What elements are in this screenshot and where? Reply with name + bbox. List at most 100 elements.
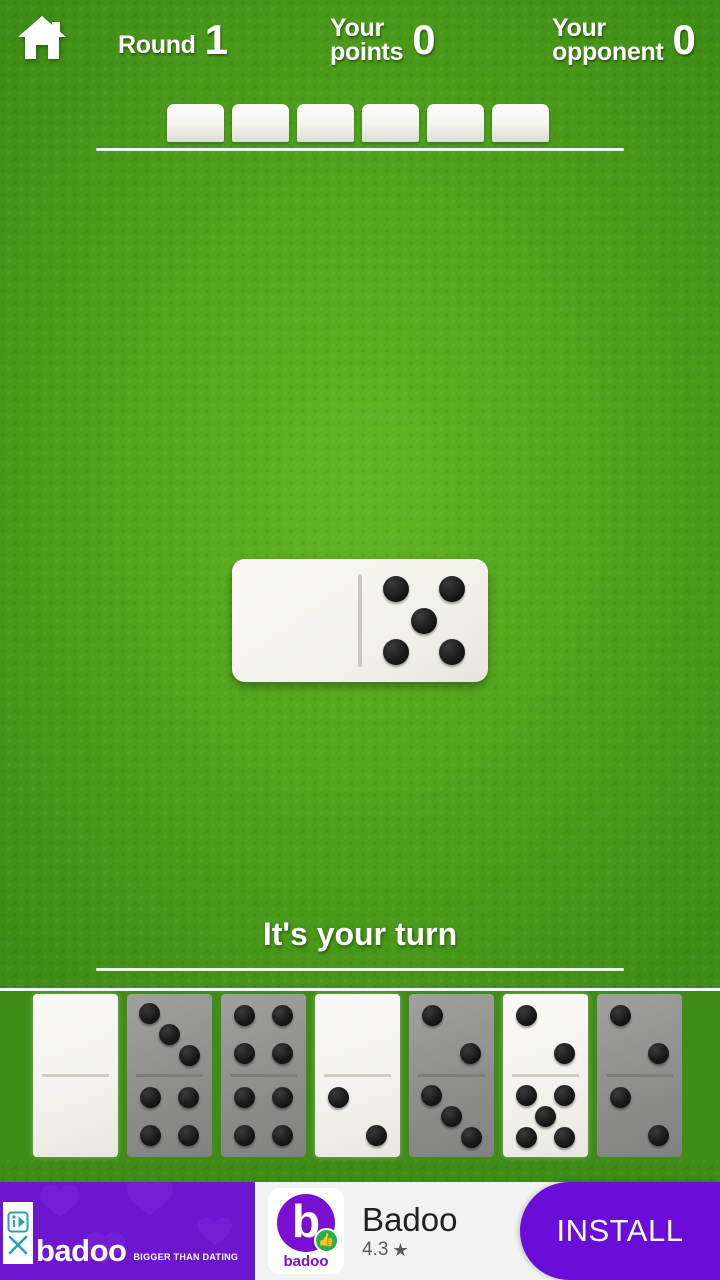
hand-tile-top-half	[597, 994, 682, 1075]
pip	[138, 1002, 160, 1024]
opponent-tile-row	[167, 104, 549, 142]
hand-tile-bottom-half	[221, 1076, 306, 1157]
pip	[382, 575, 409, 602]
hand-tile-top-half	[221, 994, 306, 1075]
pip	[177, 1087, 199, 1109]
thumbs-up-icon: 👍	[314, 1227, 339, 1253]
stat-opponent-points: Your opponent 0	[552, 16, 696, 66]
ad-app-icon-circle: b 👍	[277, 1193, 339, 1253]
ad-brand-tagline: BIGGER THAN DATING	[133, 1252, 239, 1262]
ad-app-icon-label: badoo	[283, 1252, 329, 1270]
adchoices-button[interactable]	[3, 1202, 33, 1264]
opponent-tile-facedown	[232, 104, 289, 142]
ad-app-icon: b 👍 badoo	[268, 1188, 344, 1274]
pip	[516, 1127, 538, 1149]
pip	[439, 575, 466, 602]
stat-your-points-value: 0	[412, 16, 435, 63]
pip	[140, 1124, 162, 1146]
stat-points-line2: points	[330, 38, 404, 66]
pip	[271, 1042, 293, 1064]
opponent-tile-facedown	[297, 104, 354, 142]
pip	[140, 1087, 162, 1109]
ad-creative[interactable]: badoo BIGGER THAN DATING	[0, 1182, 255, 1280]
hand-tile[interactable]	[503, 994, 588, 1157]
pip	[271, 1087, 293, 1109]
pip	[553, 1042, 575, 1064]
stat-opponent-value: 0	[672, 16, 695, 63]
board-domino-left-half	[232, 559, 360, 682]
ad-brand-name: badoo	[36, 1233, 127, 1268]
pip	[271, 1005, 293, 1027]
close-icon	[8, 1235, 28, 1254]
pip	[610, 1087, 632, 1109]
opponent-tile-facedown	[362, 104, 419, 142]
pip	[553, 1084, 575, 1106]
pip	[365, 1124, 387, 1146]
pip	[411, 607, 437, 634]
opponent-hand	[0, 104, 720, 154]
ad-brand-wordmark: badoo BIGGER THAN DATING	[36, 1235, 238, 1266]
hand-tile-top-half	[315, 994, 400, 1075]
board-domino-right-half	[360, 559, 488, 682]
hand-tile-top-half	[33, 994, 118, 1075]
status-divider-line	[96, 968, 624, 971]
stat-round-label: Round	[118, 31, 196, 59]
status-message: It's your turn	[262, 916, 458, 952]
pip	[234, 1005, 256, 1027]
header-bar: Round 1 Your points 0 Your opponent 0	[0, 0, 720, 86]
ad-rating: 4.3 ★	[362, 1240, 457, 1259]
pip	[553, 1127, 575, 1149]
status-area: It's your turn	[0, 900, 720, 971]
stat-your-points-label: Your points	[330, 16, 404, 66]
pip	[271, 1124, 293, 1146]
pip	[179, 1045, 201, 1067]
game-screen: Round 1 Your points 0 Your opponent 0 It…	[0, 0, 720, 1280]
pip	[439, 639, 466, 666]
ad-app-title: Badoo	[362, 1201, 458, 1238]
hand-tile[interactable]	[127, 994, 212, 1157]
hand-tile-top-half	[503, 994, 588, 1075]
home-button[interactable]	[14, 12, 70, 64]
stat-round: Round 1	[118, 19, 228, 61]
hand-tile-bottom-half	[127, 1076, 212, 1157]
hand-tile[interactable]	[409, 994, 494, 1157]
opponent-tile-facedown	[427, 104, 484, 142]
ad-text-block: Badoo 4.3 ★	[362, 1203, 457, 1259]
pip	[516, 1005, 538, 1027]
opponent-divider-line	[96, 148, 624, 151]
pip	[382, 639, 409, 666]
stat-opponent-line2: opponent	[552, 38, 664, 66]
pip	[647, 1042, 669, 1064]
player-hand	[0, 988, 720, 1160]
pip	[647, 1124, 669, 1146]
pip	[422, 1005, 444, 1027]
adchoices-icon	[7, 1211, 29, 1232]
ad-banner[interactable]: badoo BIGGER THAN DATING b 👍 badoo Badoo…	[0, 1182, 720, 1280]
game-board[interactable]	[0, 160, 720, 900]
stat-round-value: 1	[204, 16, 228, 63]
pip	[461, 1127, 483, 1149]
player-tile-row	[33, 994, 682, 1157]
pip	[159, 1024, 180, 1045]
pip	[420, 1084, 442, 1106]
hand-tile[interactable]	[33, 994, 118, 1157]
hand-tile[interactable]	[597, 994, 682, 1157]
board-domino[interactable]	[232, 559, 488, 682]
home-icon	[18, 16, 66, 59]
hand-tile[interactable]	[221, 994, 306, 1157]
pip	[328, 1087, 350, 1109]
pip	[516, 1084, 538, 1106]
install-button[interactable]: INSTALL	[520, 1182, 720, 1280]
pip	[234, 1124, 256, 1146]
pip	[177, 1124, 199, 1146]
hand-tile-top-half	[127, 994, 212, 1075]
hand-tile-bottom-half	[503, 1076, 588, 1157]
hand-tile-bottom-half	[597, 1076, 682, 1157]
pip	[234, 1042, 256, 1064]
ad-info-panel[interactable]: b 👍 badoo Badoo 4.3 ★ INSTALL	[255, 1182, 720, 1280]
opponent-tile-facedown	[492, 104, 549, 142]
pip	[459, 1042, 481, 1064]
pip	[441, 1106, 462, 1127]
hand-tile-top-half	[409, 994, 494, 1075]
hand-tile[interactable]	[315, 994, 400, 1157]
